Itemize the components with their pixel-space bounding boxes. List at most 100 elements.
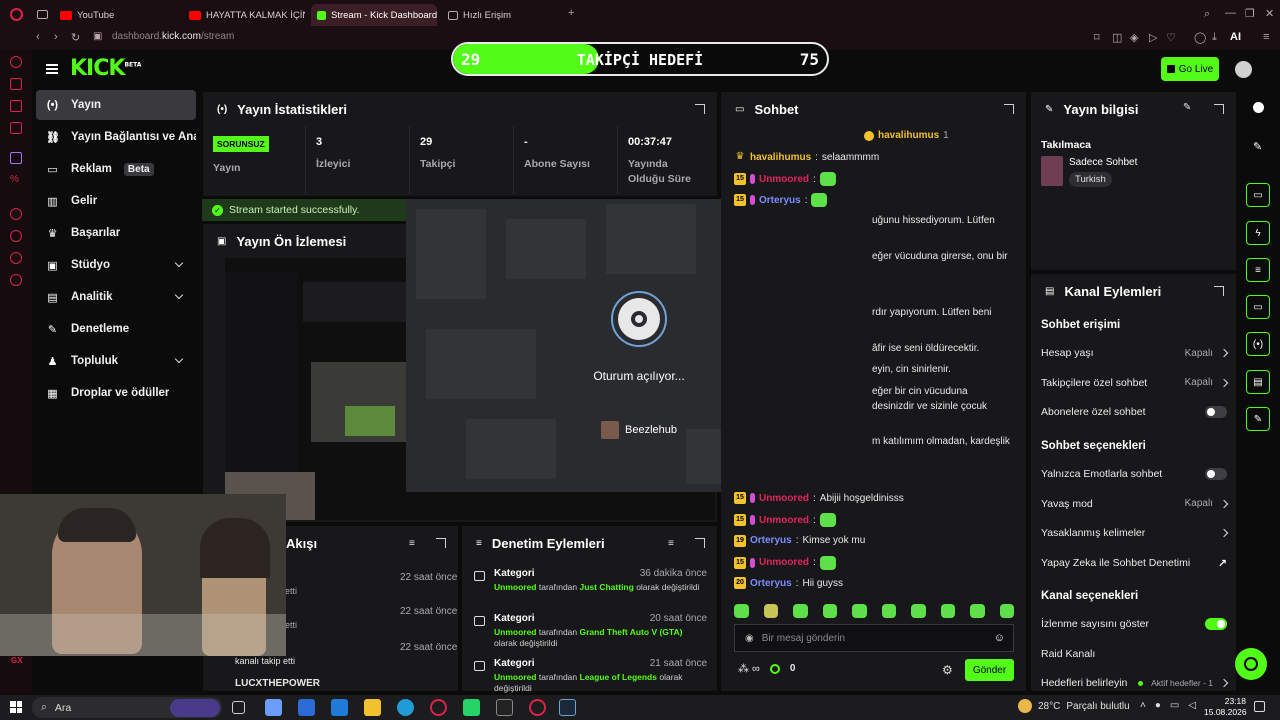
network-icon[interactable]: ▭ [1170, 700, 1179, 711]
url-field[interactable]: dashboard.kick.com/stream [112, 31, 234, 42]
expand-icon[interactable] [1004, 104, 1014, 114]
copilot-icon[interactable] [265, 699, 282, 716]
taskbar-search[interactable]: ⌕ Ara [32, 697, 222, 718]
sidebar-app-icon[interactable] [10, 252, 22, 264]
emote-icon[interactable] [970, 604, 985, 618]
emote-icon[interactable] [881, 604, 896, 618]
chat-username[interactable]: Orteryus [750, 578, 792, 589]
emote-icon[interactable] [852, 604, 867, 618]
edit-icon[interactable]: ✎ [1253, 140, 1262, 153]
tab-speed-dial[interactable]: Hızlı Erişim [442, 4, 552, 26]
sidebar-item[interactable]: ⛓ Yayın Bağlantısı ve Anahtarı [36, 122, 196, 152]
steam-icon[interactable] [559, 699, 576, 716]
emote-icon[interactable] [822, 604, 837, 618]
opera-logo-icon[interactable] [10, 8, 23, 21]
settings-icon[interactable]: ⚙ [942, 663, 953, 677]
sidebar-item[interactable]: (•) Yayın [36, 90, 196, 120]
file-explorer-icon[interactable] [364, 699, 381, 716]
ai-button[interactable]: AI [1230, 31, 1241, 43]
wrench-icon[interactable]: ✎ [1246, 407, 1270, 431]
setting-row[interactable]: Yalnızca Emotlarla sohbet [1041, 468, 1227, 480]
search-icon[interactable]: ⌕ [1204, 8, 1210, 21]
hamburger-icon[interactable] [46, 64, 58, 74]
chevron-up-icon[interactable]: ˄ [1140, 700, 1146, 711]
emote-icon[interactable] [763, 604, 778, 618]
chat-username[interactable]: havalihumus [750, 152, 811, 163]
toggle-switch[interactable] [1205, 406, 1227, 418]
infinity-icon[interactable]: ⁂ ∞ [738, 662, 760, 675]
opera-gx-icon[interactable] [430, 699, 447, 716]
chat-message[interactable]: 15 Unmoored: Abijii hoşgeldinisss [734, 492, 904, 504]
bookmark-icon[interactable]: ⌑ [1094, 31, 1100, 44]
setting-row[interactable]: Hesap yaşı Kapalı [1041, 347, 1229, 359]
expand-icon[interactable] [695, 104, 705, 114]
emote-icon[interactable] [999, 604, 1014, 618]
setting-row[interactable]: Yapay Zeka ile Sohbet Denetimi ↗ [1041, 557, 1227, 570]
play-icon[interactable]: ▷ [1149, 31, 1157, 44]
close-icon[interactable]: ✕ [1265, 7, 1274, 20]
sidebar-app-icon[interactable] [10, 100, 22, 112]
setting-row[interactable]: İzlenme sayısını göster [1041, 618, 1227, 630]
sidebar-item[interactable]: ▭ Reklam Beta [36, 154, 196, 184]
chat-message[interactable]: 20 Orteryus: Hii guyss [734, 577, 843, 590]
chat-username[interactable]: Orteryus [759, 195, 801, 206]
weather-widget[interactable]: 28°C Parçalı bulutlu [1018, 699, 1130, 713]
stack-icon[interactable]: ▤ [1246, 370, 1270, 394]
sidebar-item[interactable]: ▦ Droplar ve ödüller [36, 378, 196, 408]
chat-message[interactable]: 19 Orteryus: Kimse yok mu [734, 534, 865, 547]
support-button[interactable] [1235, 648, 1267, 680]
menu-icon[interactable]: ≡ [1263, 31, 1269, 43]
whatsapp-icon[interactable] [463, 699, 480, 716]
expand-icon[interactable] [1214, 104, 1224, 114]
info-icon[interactable] [1253, 102, 1264, 113]
task-view-icon[interactable] [232, 701, 245, 714]
account-icon[interactable]: ◯ [1194, 31, 1206, 44]
setting-row[interactable]: Hedefleri belirleyin Aktif hedefler - 1 [1041, 677, 1229, 689]
toggle-switch[interactable] [1205, 618, 1227, 630]
volume-icon[interactable]: ◁ [1188, 700, 1196, 711]
minimize-icon[interactable]: — [1225, 7, 1236, 19]
setting-row[interactable]: Abonelere özel sohbet [1041, 406, 1227, 418]
chat-icon[interactable]: ▭ [1246, 295, 1270, 319]
sidebar-app-icon[interactable]: % [10, 174, 22, 186]
sidebar-app-icon[interactable] [10, 78, 22, 90]
epic-games-icon[interactable] [496, 699, 513, 716]
back-icon[interactable]: ‹ [36, 31, 40, 43]
maximize-icon[interactable]: ❐ [1245, 7, 1255, 20]
outlook-icon[interactable] [331, 699, 348, 716]
clock[interactable]: 23:18 15.08.2026 [1204, 696, 1247, 718]
setting-row[interactable]: Raid Kanalı [1041, 648, 1227, 660]
setting-row[interactable]: Yavaş mod Kapalı [1041, 498, 1229, 510]
avatar[interactable] [1235, 61, 1252, 78]
emote-icon[interactable] [911, 604, 926, 618]
layout-icon[interactable]: ▭ [1246, 183, 1270, 207]
history-icon[interactable] [10, 230, 22, 242]
chat-message[interactable]: 15 Orteryus: [734, 193, 828, 207]
chat-username[interactable]: Unmoored [759, 557, 809, 568]
list-icon[interactable]: ≡ [1246, 258, 1270, 282]
settings-icon[interactable] [10, 274, 22, 286]
edit-icon[interactable]: ✎ [1183, 102, 1191, 113]
lightning-icon[interactable]: ϟ [1246, 221, 1270, 245]
emote-icon[interactable] [793, 604, 808, 618]
toggle-switch[interactable] [1205, 468, 1227, 480]
chat-message[interactable]: 15 Unmoored: [734, 555, 836, 570]
chat-input[interactable]: ◉ Bir mesaj gönderin ☺ [734, 624, 1014, 652]
forward-icon[interactable]: › [54, 31, 58, 43]
new-tab-icon[interactable]: + [568, 7, 574, 19]
expand-icon[interactable] [695, 538, 705, 548]
filter-icon[interactable]: ≡ [409, 538, 415, 549]
chat-message[interactable]: 15 Unmoored: [734, 513, 836, 528]
reload-icon[interactable]: ↻ [71, 31, 80, 44]
mic-icon[interactable]: ● [1155, 700, 1161, 711]
screenshot-icon[interactable]: ◫ [1112, 31, 1122, 44]
emote-icon[interactable] [734, 604, 749, 618]
kick-logo[interactable]: KICKBETA [70, 56, 141, 81]
category-name[interactable]: Sadece Sohbet [1069, 157, 1137, 168]
sidebar-app-icon[interactable] [10, 56, 22, 68]
sidebar-item[interactable]: ✎ Denetleme [36, 314, 196, 344]
send-button[interactable]: Gönder [965, 659, 1014, 681]
emoji-icon[interactable]: ☺ [994, 632, 1005, 644]
windows-start-icon[interactable] [10, 701, 22, 713]
expand-icon[interactable] [436, 538, 446, 548]
